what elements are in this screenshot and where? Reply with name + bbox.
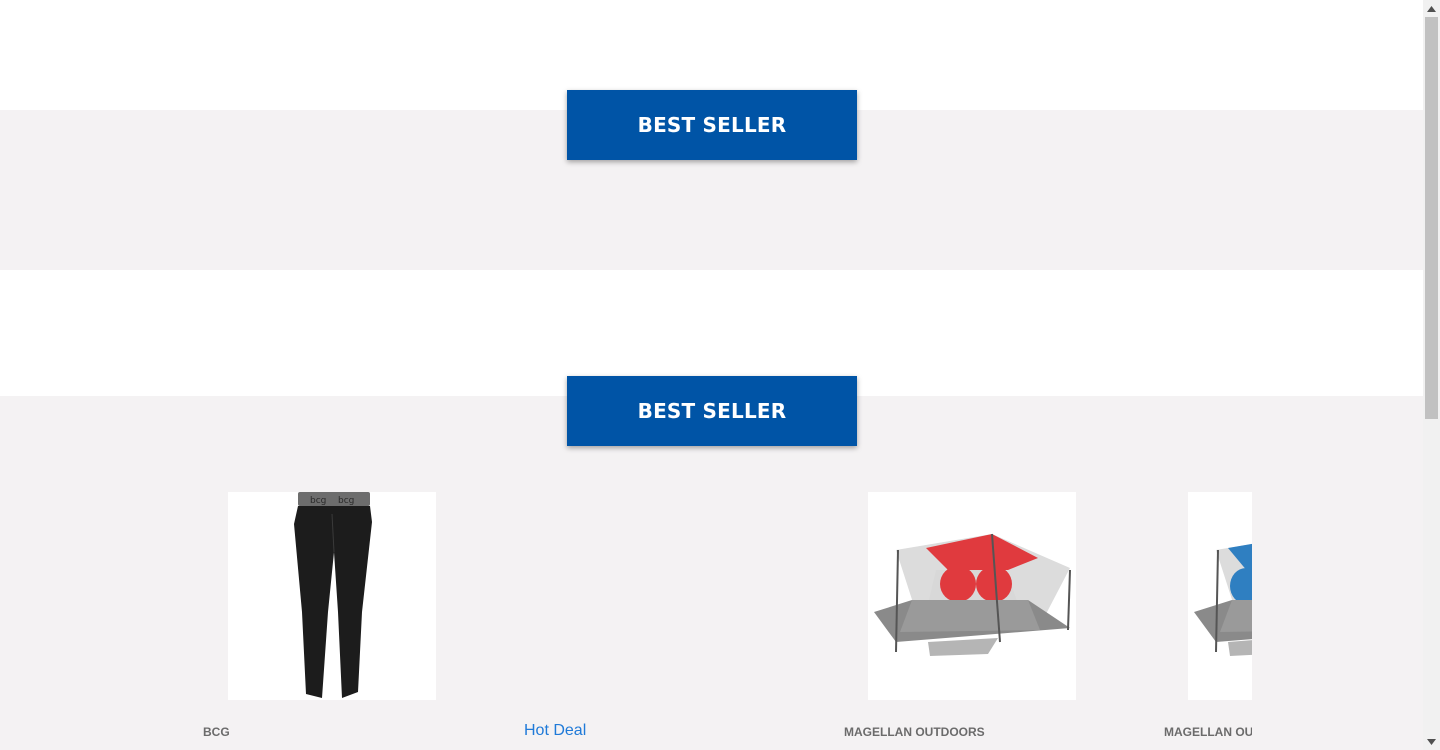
product-image-leggings[interactable]: bcg bcg — [228, 492, 436, 700]
vertical-scrollbar[interactable] — [1423, 0, 1440, 750]
product-brand[interactable]: MAGELLAN OUTDOORS — [1164, 725, 1252, 739]
scroll-up-icon[interactable] — [1423, 0, 1440, 17]
svg-text:bcg: bcg — [310, 496, 326, 506]
product-image-tent-blue[interactable] — [1188, 492, 1252, 700]
tent-blue-image — [1194, 543, 1252, 656]
scrollbar-thumb[interactable] — [1425, 17, 1438, 419]
tent-red-image — [874, 533, 1071, 656]
best-seller-button[interactable]: BEST SELLER — [567, 90, 857, 160]
scroll-down-icon[interactable] — [1423, 733, 1440, 750]
hot-deal-link[interactable]: Hot Deal — [524, 722, 586, 740]
leggings-image: bcg bcg — [294, 492, 372, 698]
product-carousel: bcg bcg BCG Hot Deal MAGELLAN OUTDOORS M… — [0, 396, 1252, 750]
svg-text:bcg: bcg — [338, 496, 354, 506]
product-image-tent-red[interactable] — [868, 492, 1076, 700]
product-brand[interactable]: BCG — [203, 725, 230, 739]
product-brand[interactable]: MAGELLAN OUTDOORS — [844, 725, 985, 739]
